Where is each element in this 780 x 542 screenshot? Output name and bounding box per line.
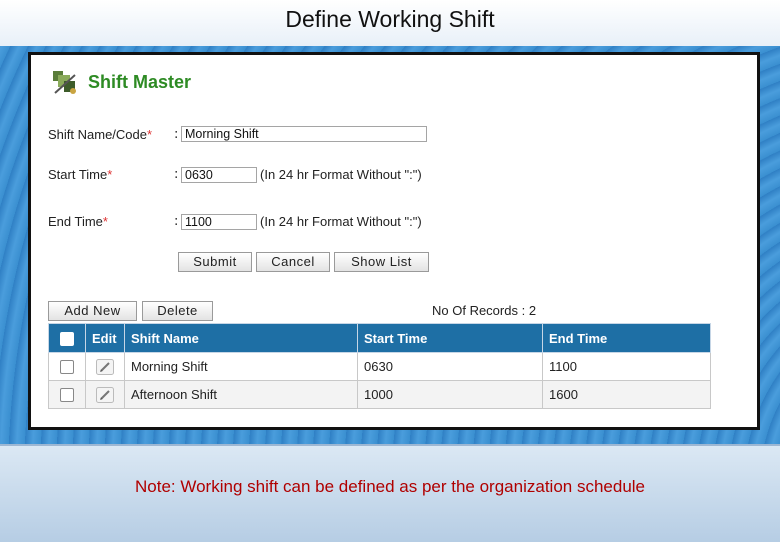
start-time-label: Start Time* (48, 167, 112, 182)
delete-button[interactable]: Delete (142, 301, 213, 321)
edit-column-header: Edit (85, 323, 125, 353)
records-count-text: No Of Records : 2 (432, 303, 536, 318)
row-select-cell (48, 380, 86, 409)
table-row: Afternoon Shift 1000 1600 (48, 380, 711, 409)
row-end-time: 1100 (542, 352, 711, 381)
select-all-header (48, 323, 86, 353)
end-time-colon: : (174, 214, 179, 229)
row-edit-cell (85, 352, 125, 381)
shift-name-required-mark: * (147, 127, 153, 142)
row-shift-name: Morning Shift (124, 352, 358, 381)
edit-pencil-icon[interactable] (96, 386, 114, 403)
panel-title: Shift Master (88, 72, 192, 92)
start-time-column-header[interactable]: Start Time (357, 323, 543, 353)
end-time-hint: (In 24 hr Format Without ":") (260, 214, 422, 229)
shift-master-panel: Shift Master Shift Name/Code* : Morning … (28, 52, 760, 430)
slide-note: Note: Working shift can be defined as pe… (135, 477, 645, 496)
shift-table: Edit Shift Name Start Time End Time Morn… (48, 323, 711, 409)
show-list-button[interactable]: Show List (334, 252, 429, 272)
slide-header: Define Working Shift (0, 0, 780, 48)
end-time-input[interactable]: 1100 (181, 214, 257, 230)
select-all-checkbox[interactable] (60, 331, 74, 346)
end-time-required-mark: * (102, 214, 108, 229)
shift-name-input[interactable]: Morning Shift (181, 126, 427, 142)
row-edit-cell (85, 380, 125, 409)
start-time-colon: : (174, 167, 179, 182)
edit-pencil-icon[interactable] (96, 358, 114, 375)
submit-button[interactable]: Submit (178, 252, 252, 272)
row-start-time: 1000 (357, 380, 543, 409)
shift-master-icon (53, 71, 76, 94)
slide-title: Define Working Shift (285, 6, 495, 32)
records-label: No Of Records : (432, 303, 526, 318)
row-checkbox[interactable] (60, 388, 74, 403)
shift-name-label: Shift Name/Code* (48, 127, 152, 142)
end-time-label-text: End Time (48, 214, 103, 229)
start-time-input[interactable]: 0630 (181, 167, 257, 183)
end-time-label: End Time* (48, 214, 108, 229)
row-checkbox[interactable] (60, 360, 74, 375)
shift-name-label-text: Shift Name/Code (48, 127, 147, 142)
row-end-time: 1600 (542, 380, 711, 409)
cancel-button[interactable]: Cancel (256, 252, 330, 272)
table-header-row: Edit Shift Name Start Time End Time (48, 323, 711, 353)
row-start-time: 0630 (357, 352, 543, 381)
start-time-label-text: Start Time (48, 167, 108, 182)
start-time-hint: (In 24 hr Format Without ":") (260, 167, 422, 182)
row-select-cell (48, 352, 86, 381)
table-row: Morning Shift 0630 1100 (48, 352, 711, 381)
shift-name-column-header[interactable]: Shift Name (124, 323, 358, 353)
row-shift-name: Afternoon Shift (124, 380, 358, 409)
end-time-column-header[interactable]: End Time (542, 323, 711, 353)
add-new-button[interactable]: Add New (48, 301, 137, 321)
shift-name-colon: : (174, 127, 179, 142)
records-count: 2 (528, 303, 537, 318)
start-time-required-mark: * (107, 167, 113, 182)
